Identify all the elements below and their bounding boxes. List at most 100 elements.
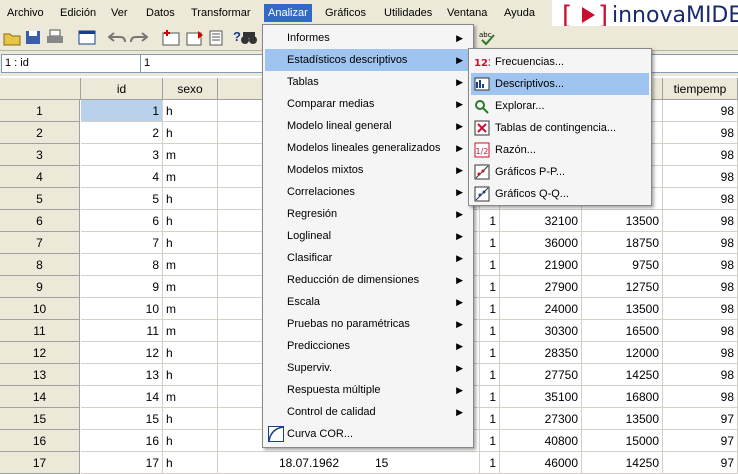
goto-case-icon[interactable]: [162, 29, 180, 46]
cell-id[interactable]: 13: [81, 364, 163, 386]
cell-id[interactable]: 9: [81, 276, 163, 298]
analizar-menu-item[interactable]: Regresión ▶: [265, 203, 471, 225]
cell-sexo[interactable]: h: [163, 342, 218, 364]
analizar-menu-item[interactable]: Clasificar ▶: [265, 247, 471, 269]
descriptivos-submenu-item[interactable]: Descriptivos...: [471, 73, 649, 95]
cell-id[interactable]: 6: [81, 210, 163, 232]
cell-salario[interactable]: 27750: [500, 364, 582, 386]
analizar-menu-item[interactable]: Modelos lineales generalizados ▶: [265, 137, 471, 159]
cell-id[interactable]: 15: [81, 408, 163, 430]
analizar-menu-item[interactable]: Curva COR...: [265, 423, 471, 445]
cell-id[interactable]: 4: [81, 166, 163, 188]
row-header[interactable]: 8: [0, 254, 80, 276]
row-header[interactable]: 17: [0, 452, 80, 474]
row-header[interactable]: 1: [0, 100, 80, 122]
column-header-sexo[interactable]: sexo: [163, 78, 218, 100]
row-header[interactable]: 12: [0, 342, 80, 364]
analizar-menu-item[interactable]: Superviv. ▶: [265, 357, 471, 379]
cell-id[interactable]: 12: [81, 342, 163, 364]
cell-tiempemp[interactable]: 97: [663, 452, 738, 474]
analizar-menu-item[interactable]: Loglineal ▶: [265, 225, 471, 247]
cell-salini[interactable]: 9750: [582, 254, 663, 276]
row-header[interactable]: 16: [0, 430, 80, 452]
cell-sexo[interactable]: m: [163, 144, 218, 166]
cell-salario[interactable]: 36000: [500, 232, 582, 254]
cell-fechnac[interactable]: [218, 452, 480, 474]
cell-sexo[interactable]: m: [163, 276, 218, 298]
print-icon[interactable]: [46, 29, 64, 46]
cell-id[interactable]: 17: [81, 452, 163, 474]
cell-tiempemp[interactable]: 98: [663, 100, 738, 122]
goto-variable-icon[interactable]: [186, 29, 204, 46]
cell-educ[interactable]: 1: [480, 364, 500, 386]
analizar-menu-item[interactable]: Modelos mixtos ▶: [265, 159, 471, 181]
cell-educ[interactable]: 1: [480, 232, 500, 254]
row-header[interactable]: 15: [0, 408, 80, 430]
cell-educ[interactable]: 1: [480, 386, 500, 408]
cell-sexo[interactable]: h: [163, 364, 218, 386]
menu-edicion[interactable]: Edición: [56, 4, 100, 22]
cell-tiempemp[interactable]: 98: [663, 298, 738, 320]
cell-tiempemp[interactable]: 98: [663, 364, 738, 386]
cell-tiempemp[interactable]: 98: [663, 276, 738, 298]
menu-archivo[interactable]: Archivo: [3, 4, 48, 22]
row-header[interactable]: 2: [0, 122, 80, 144]
column-header-tiempemp[interactable]: tiempemp: [663, 78, 738, 100]
save-icon[interactable]: [24, 29, 42, 46]
menu-graficos[interactable]: Gráficos: [321, 4, 370, 22]
cell-sexo[interactable]: h: [163, 100, 218, 122]
menu-ventana[interactable]: Ventana: [443, 4, 491, 22]
cell-tiempemp[interactable]: 98: [663, 232, 738, 254]
descriptivos-submenu-item[interactable]: 123 Frecuencias...: [471, 51, 649, 73]
menu-ver[interactable]: Ver: [107, 4, 132, 22]
row-header[interactable]: 3: [0, 144, 80, 166]
cell-tiempemp[interactable]: 98: [663, 122, 738, 144]
cell-sexo[interactable]: m: [163, 298, 218, 320]
cell-sexo[interactable]: h: [163, 188, 218, 210]
cell-salini[interactable]: 14250: [582, 364, 663, 386]
cell-educ[interactable]: 1: [480, 452, 500, 474]
cell-salario[interactable]: 46000: [500, 452, 582, 474]
cell-tiempemp[interactable]: 98: [663, 166, 738, 188]
cell-id[interactable]: 7: [81, 232, 163, 254]
cell-salario[interactable]: 35100: [500, 386, 582, 408]
cell-educ[interactable]: 1: [480, 276, 500, 298]
cell-sexo[interactable]: m: [163, 386, 218, 408]
cell-salario[interactable]: 27300: [500, 408, 582, 430]
cell-id[interactable]: 2: [81, 122, 163, 144]
descriptivos-submenu-item[interactable]: Explorar...: [471, 95, 649, 117]
cell-fechnac-value[interactable]: 18.07.1962: [262, 452, 342, 474]
cell-id[interactable]: 10: [81, 298, 163, 320]
analizar-menu-item[interactable]: Escala ▶: [265, 291, 471, 313]
cell-educ-value[interactable]: 15: [372, 452, 412, 474]
row-header[interactable]: 6: [0, 210, 80, 232]
cell-id[interactable]: 5: [81, 188, 163, 210]
cell-salini[interactable]: 13500: [582, 408, 663, 430]
cell-tiempemp[interactable]: 97: [663, 408, 738, 430]
cell-salario[interactable]: 24000: [500, 298, 582, 320]
row-header[interactable]: 14: [0, 386, 80, 408]
redo-icon[interactable]: [130, 29, 148, 46]
cell-id[interactable]: 3: [81, 144, 163, 166]
column-header-id[interactable]: id: [81, 78, 163, 100]
cell-salario[interactable]: 40800: [500, 430, 582, 452]
cell-tiempemp[interactable]: 98: [663, 320, 738, 342]
cell-salini[interactable]: 18750: [582, 232, 663, 254]
cell-salario[interactable]: 27900: [500, 276, 582, 298]
analizar-menu-item[interactable]: Pruebas no paramétricas ▶: [265, 313, 471, 335]
analizar-menu-item[interactable]: Control de calidad ▶: [265, 401, 471, 423]
cell-tiempemp[interactable]: 98: [663, 210, 738, 232]
analizar-menu-item[interactable]: Tablas ▶: [265, 71, 471, 93]
row-header[interactable]: 11: [0, 320, 80, 342]
analizar-menu-item[interactable]: Comparar medias ▶: [265, 93, 471, 115]
row-header[interactable]: 4: [0, 166, 80, 188]
row-header[interactable]: 13: [0, 364, 80, 386]
cell-sexo[interactable]: h: [163, 430, 218, 452]
cell-id[interactable]: 8: [81, 254, 163, 276]
cell-tiempemp[interactable]: 98: [663, 254, 738, 276]
cell-sexo[interactable]: h: [163, 452, 218, 474]
cell-salini[interactable]: 16800: [582, 386, 663, 408]
cell-sexo[interactable]: h: [163, 210, 218, 232]
dialog-recall-icon[interactable]: [78, 29, 96, 46]
descriptivos-submenu-item[interactable]: Tablas de contingencia...: [471, 117, 649, 139]
